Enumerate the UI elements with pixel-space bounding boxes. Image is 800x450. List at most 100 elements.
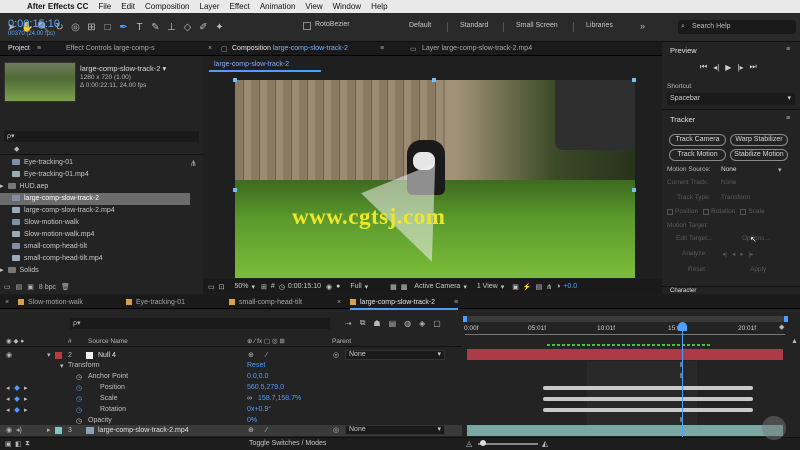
view-layout-dropdown[interactable]: 1 View xyxy=(477,283,498,290)
camera-tool-icon[interactable]: ◎ xyxy=(69,21,82,34)
audio-icon[interactable]: ◂) xyxy=(16,425,22,436)
project-item[interactable]: ▸ Solids xyxy=(0,265,190,277)
graph-editor-icon[interactable]: ◈ xyxy=(419,319,425,328)
workspace-overflow-icon[interactable]: » xyxy=(640,21,645,31)
keyframe-nav-icon[interactable]: ▸ xyxy=(24,384,28,392)
parent-dropdown[interactable]: None ▾ xyxy=(345,425,445,435)
project-item[interactable]: Eye-tracking-01.mp4 xyxy=(0,169,190,181)
warp-stabilizer-button[interactable]: Warp Stabilizer xyxy=(730,134,788,146)
project-item[interactable]: large-comp-slow-track-2.mp4 xyxy=(0,205,190,217)
tracker-menu-icon[interactable]: ≡ xyxy=(786,115,790,122)
lock-icon[interactable]: ▢ xyxy=(221,45,228,53)
shy-switch-icon[interactable]: ⊕ xyxy=(248,425,254,436)
new-folder-icon[interactable]: ▤ xyxy=(16,283,23,291)
menu-composition[interactable]: Composition xyxy=(140,0,194,13)
menu-animation[interactable]: Animation xyxy=(255,0,301,13)
tab-large-comp-slow-track-2[interactable]: large-comp-slow-track-2 xyxy=(350,299,435,306)
new-composition-icon[interactable]: ▣ xyxy=(27,283,34,291)
parent-pick-whip-icon[interactable]: ◎ xyxy=(333,350,339,361)
snapshot-icon[interactable]: ◉ xyxy=(326,283,332,291)
composition-menu-icon[interactable]: ≡ xyxy=(380,45,384,52)
keyframe-nav-icon[interactable]: ◂ xyxy=(6,395,10,403)
layer-name[interactable]: large-comp-slow-track-2.mp4 xyxy=(98,425,189,436)
type-tool-icon[interactable]: T xyxy=(133,21,146,34)
tab-layer[interactable]: Layer large-comp-slow-track-2.mp4 xyxy=(422,45,532,52)
menu-edit[interactable]: Edit xyxy=(116,0,140,13)
transparency-grid-icon[interactable]: ▩ xyxy=(401,283,408,291)
parent-pick-whip-icon[interactable]: ◎ xyxy=(333,425,339,436)
puppet-tool-icon[interactable]: ✦ xyxy=(213,21,226,34)
tab-composition[interactable]: Composition large-comp-slow-track-2 xyxy=(232,45,348,52)
previous-frame-icon[interactable]: ◂| xyxy=(713,63,719,72)
trash-icon[interactable]: 🗑 xyxy=(61,283,70,291)
parent-column[interactable]: Parent xyxy=(332,336,351,347)
navigator-start-handle[interactable] xyxy=(463,316,467,322)
timeline-menu-icon[interactable]: ≡ xyxy=(454,299,458,306)
last-frame-icon[interactable]: ⏭ xyxy=(750,62,757,72)
close-icon[interactable]: × xyxy=(5,299,9,306)
disclosure-triangle-icon[interactable]: ▸ xyxy=(0,267,4,274)
expand-layer-switches-icon[interactable]: ▣ xyxy=(5,440,12,448)
zoom-slider-thumb[interactable] xyxy=(480,440,486,446)
rotobezier-checkbox[interactable] xyxy=(303,22,311,30)
preview-menu-icon[interactable]: ≡ xyxy=(786,46,790,53)
stopwatch-icon[interactable]: ◷ xyxy=(76,373,82,381)
expand-timing-icon[interactable]: ⧗ xyxy=(25,440,30,448)
flowchart-icon[interactable]: ⋔ xyxy=(190,159,197,168)
menu-view[interactable]: View xyxy=(300,0,327,13)
hide-shy-icon[interactable]: ☗ xyxy=(373,319,380,328)
close-icon[interactable]: × xyxy=(208,45,212,52)
timeline-zoom-icon[interactable]: ◆ xyxy=(779,323,784,331)
opacity-value[interactable]: 0% xyxy=(247,417,257,424)
parent-dropdown[interactable]: None ▾ xyxy=(345,350,445,360)
roi-icon[interactable]: ▦ xyxy=(390,283,397,291)
workspace-default[interactable]: Default xyxy=(409,22,431,29)
position-value[interactable]: 560.5,279.0 xyxy=(247,384,284,391)
table-row[interactable]: ◉ ◂) ▸ 3 large-comp-slow-track-2.mp4 ⊕ ⁄… xyxy=(0,425,462,436)
draft-3d-icon[interactable]: ⧉ xyxy=(360,318,366,328)
tab-effect-controls[interactable]: Effect Controls large-comp-s xyxy=(66,45,155,52)
layer-name[interactable]: Null 4 xyxy=(98,350,116,361)
frame-blending-icon[interactable]: ▤ xyxy=(389,319,397,328)
disclosure-triangle-icon[interactable]: ▾ xyxy=(47,350,51,361)
project-item[interactable]: Eye-tracking-01 xyxy=(0,157,190,169)
disclosure-triangle-icon[interactable]: ▸ xyxy=(47,425,51,436)
rectangle-tool-icon[interactable]: □ xyxy=(101,21,114,34)
menu-help[interactable]: Help xyxy=(366,0,392,13)
track-camera-button[interactable]: Track Camera xyxy=(669,134,726,146)
visibility-eye-icon[interactable]: ◉ xyxy=(6,350,12,361)
menu-window[interactable]: Window xyxy=(328,0,366,13)
transform-reset-link[interactable]: Reset xyxy=(247,362,265,369)
stopwatch-icon[interactable]: ◷ xyxy=(76,384,82,392)
shortcut-dropdown[interactable]: Spacebar ▾ xyxy=(667,93,795,105)
menu-app-name[interactable]: After Effects CC xyxy=(22,0,93,13)
magnification-dropdown[interactable]: 50% xyxy=(235,283,249,290)
always-preview-icon[interactable]: ▭ xyxy=(208,283,215,291)
timeline-zoom-navigator[interactable] xyxy=(465,316,785,322)
disclosure-triangle-icon[interactable]: ▸ xyxy=(0,183,4,190)
project-menu-icon[interactable]: ≡ xyxy=(37,45,41,52)
label-color-swatch[interactable] xyxy=(55,427,62,434)
constrain-proportions-icon[interactable]: ∞ xyxy=(247,395,252,402)
tab-slow-motion-walk[interactable]: Slow-motion-walk xyxy=(18,299,83,306)
position-keyframes-bar[interactable] xyxy=(543,386,753,390)
rotation-value[interactable]: 0x+0.9° xyxy=(247,406,271,413)
navigator-end-handle[interactable] xyxy=(784,316,788,322)
reset-exposure-icon[interactable]: ◑ xyxy=(556,283,560,290)
project-item[interactable]: small-comp-head-tilt xyxy=(0,241,190,253)
layer-handle[interactable] xyxy=(432,78,436,82)
play-icon[interactable]: ▶ xyxy=(725,63,731,72)
safe-zones-icon[interactable]: ⊞ xyxy=(261,283,267,291)
clone-stamp-tool-icon[interactable]: ⊥ xyxy=(165,21,178,34)
composition-viewer[interactable]: www.cgtsj.com xyxy=(235,80,635,278)
search-help-input[interactable]: ⌕ Search Help xyxy=(678,20,796,34)
brush-tool-icon[interactable]: ✎ xyxy=(149,21,162,34)
pixel-aspect-icon[interactable]: ▣ xyxy=(512,283,519,291)
flowchart-icon[interactable]: ⋔ xyxy=(546,283,552,291)
layer-duration-bar[interactable] xyxy=(467,425,783,436)
project-item[interactable]: small-comp-head-tilt.mp4 xyxy=(0,253,190,265)
bpc-button[interactable]: 8 bpc xyxy=(39,284,56,291)
motion-source-dropdown[interactable]: None xyxy=(721,166,737,173)
expand-transfer-controls-icon[interactable]: ◧ xyxy=(15,440,22,448)
scale-keyframes-bar[interactable] xyxy=(543,397,753,401)
